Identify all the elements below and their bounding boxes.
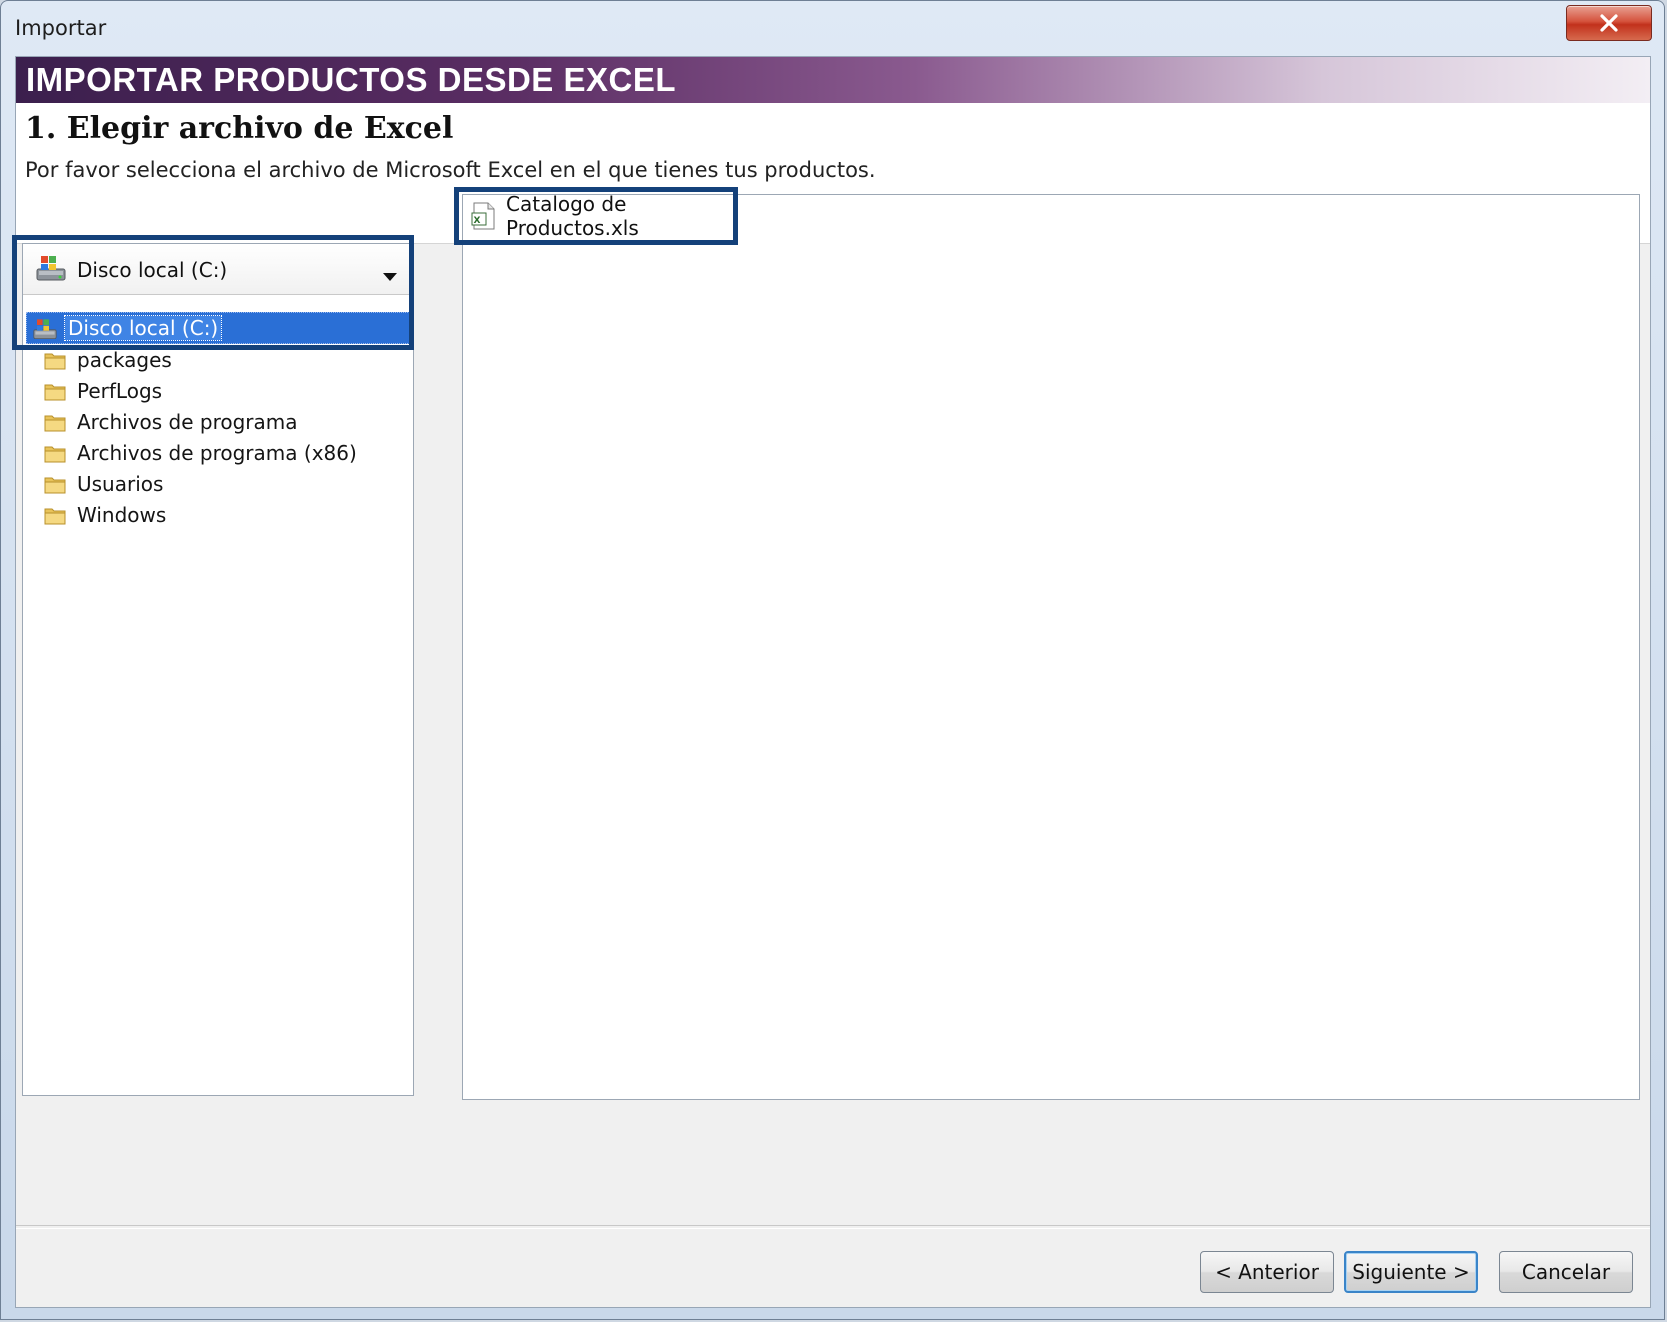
folder-icon <box>43 348 67 372</box>
folder-name: packages <box>77 347 172 372</box>
back-button[interactable]: < Anterior <box>1200 1251 1334 1293</box>
folder-icon <box>43 410 67 434</box>
drive-selector-value: Disco local (C:) <box>77 258 228 282</box>
folder-item[interactable]: PerfLogs <box>43 375 403 406</box>
close-button[interactable] <box>1566 5 1652 41</box>
folder-name: Usuarios <box>77 471 164 496</box>
svg-text:X: X <box>474 216 481 226</box>
tree-root-label: Disco local (C:) <box>63 315 223 341</box>
folder-item[interactable]: packages <box>43 344 403 375</box>
excel-file-icon: X <box>470 201 498 231</box>
folder-name: Archivos de programa <box>77 409 298 434</box>
banner: IMPORTAR PRODUCTOS DESDE EXCEL <box>16 57 1650 103</box>
chevron-down-icon[interactable] <box>383 266 397 285</box>
folder-item[interactable]: Usuarios <box>43 468 403 499</box>
folder-name: Windows <box>77 502 167 527</box>
folder-list: packages PerfLogs Archivos de programa Arch… <box>43 344 403 530</box>
title-bar: Importar <box>1 1 1664 57</box>
banner-title: IMPORTAR PRODUCTOS DESDE EXCEL <box>26 61 677 98</box>
next-button[interactable]: Siguiente > <box>1344 1251 1478 1293</box>
folder-tree-panel: Disco local (C:) Disco local (C:) packag… <box>22 243 414 1096</box>
file-item[interactable]: X Catalogo de Productos.xls <box>462 192 730 240</box>
folder-item[interactable]: Archivos de programa <box>43 406 403 437</box>
folder-name: Archivos de programa (x86) <box>77 440 357 465</box>
next-button-label: Siguiente > <box>1352 1260 1470 1284</box>
file-name: Catalogo de Productos.xls <box>506 192 639 240</box>
step-description: Por favor selecciona el archivo de Micro… <box>25 158 876 182</box>
folder-icon <box>43 472 67 496</box>
folder-icon <box>43 441 67 465</box>
back-button-label: < Anterior <box>1215 1260 1319 1284</box>
drive-icon <box>32 317 58 345</box>
tree-root-selected[interactable]: Disco local (C:) <box>26 312 410 344</box>
import-dialog: Importar IMPORTAR PRODUCTOS DESDE EXCEL … <box>0 0 1665 1320</box>
close-icon <box>1600 14 1618 32</box>
folder-name: PerfLogs <box>77 378 163 403</box>
dialog-content: IMPORTAR PRODUCTOS DESDE EXCEL 1. Elegir… <box>12 56 1651 1308</box>
file-list <box>462 194 1640 1100</box>
folder-item[interactable]: Windows <box>43 499 403 530</box>
folder-icon <box>43 379 67 403</box>
footer-separator <box>16 1225 1650 1229</box>
folder-item[interactable]: Archivos de programa (x86) <box>43 437 403 468</box>
step-title: 1. Elegir archivo de Excel <box>25 111 454 146</box>
cancel-button-label: Cancelar <box>1521 1260 1611 1284</box>
window-title: Importar <box>15 16 107 40</box>
folder-icon <box>43 503 67 527</box>
drive-selector[interactable]: Disco local (C:) <box>23 244 413 295</box>
cancel-button[interactable]: Cancelar <box>1499 1251 1633 1293</box>
drive-icon <box>35 253 67 287</box>
